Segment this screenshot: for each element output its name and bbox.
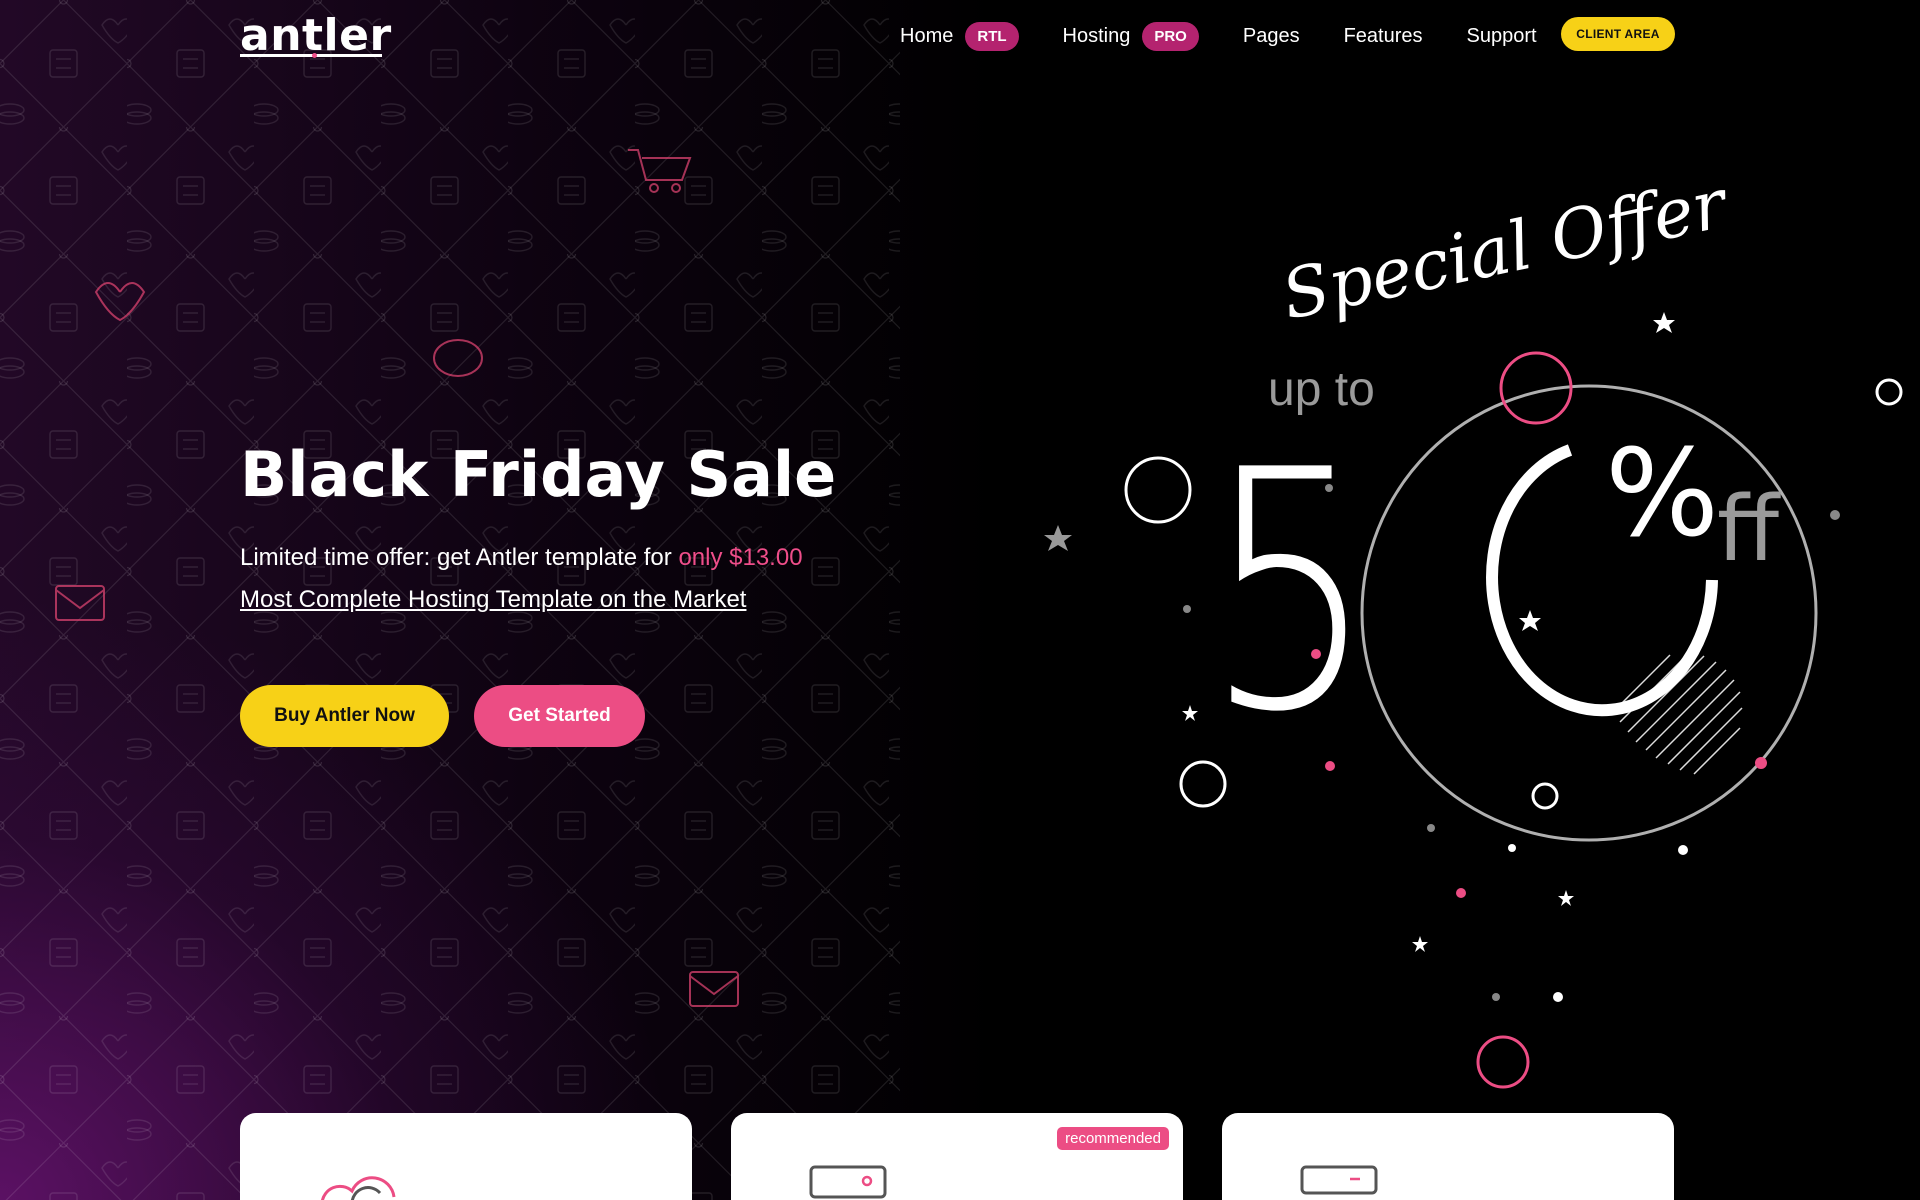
main-nav: Home RTL Hosting PRO Pages Features Supp… (900, 18, 1581, 54)
offer-text: Limited time offer: get Antler template … (240, 544, 679, 571)
buy-now-button[interactable]: Buy Antler Now (240, 685, 449, 747)
dedicated-server-icon (1300, 1165, 1378, 1195)
plan-card-3[interactable] (1222, 1113, 1674, 1200)
nav-item-support[interactable]: Support (1467, 25, 1537, 48)
nav-item-label: Features (1343, 24, 1423, 47)
white-ring-left (1124, 456, 1192, 524)
nav-item-label: Home (900, 24, 954, 47)
get-started-button[interactable]: Get Started (474, 685, 645, 747)
off-text: ff (1717, 477, 1781, 582)
rtl-badge: RTL (965, 21, 1019, 51)
hero-tagline-link[interactable]: Most Complete Hosting Template on the Ma… (240, 584, 746, 616)
cloud-icon (320, 1176, 396, 1200)
nav-item-label: Support (1466, 24, 1537, 47)
special-offer-heading: Special Offer (1275, 164, 1736, 336)
pro-badge: PRO (1142, 21, 1199, 51)
nav-item-pages[interactable]: Pages (1243, 25, 1300, 48)
nav-item-label: Pages (1242, 24, 1300, 47)
recommended-badge: recommended (1057, 1127, 1169, 1150)
nav-item-features[interactable]: Features (1344, 25, 1423, 48)
plan-card-2[interactable]: recommended (731, 1113, 1183, 1200)
server-icon (809, 1165, 887, 1199)
nav-item-hosting[interactable]: Hosting PRO (1062, 21, 1199, 51)
pink-ring-bottom (1476, 1035, 1530, 1089)
nav-item-label: Hosting (1062, 24, 1131, 47)
percent-sign: % (1605, 425, 1719, 564)
offer-price: only $13.00 (678, 544, 803, 571)
logo-underline (240, 54, 382, 57)
white-ring-edge (1875, 378, 1903, 406)
client-area-button[interactable]: CLIENT AREA (1561, 17, 1675, 51)
logo-dot (312, 53, 317, 58)
nav-item-home[interactable]: Home RTL (900, 21, 1019, 51)
page: antler Home RTL Hosting PRO Pages Featur… (0, 0, 1920, 1200)
hero-offer-text: Limited time offer: get Antler template … (240, 542, 803, 574)
plan-card-1[interactable] (240, 1113, 692, 1200)
number-five: 5 (1205, 400, 1375, 784)
special-offer-graphic: Special Offer up to 5 % ff (1044, 164, 1903, 1089)
hero-title: Black Friday Sale (240, 438, 837, 511)
big-ring (1360, 384, 1818, 842)
white-ring-tiny (1531, 782, 1559, 810)
